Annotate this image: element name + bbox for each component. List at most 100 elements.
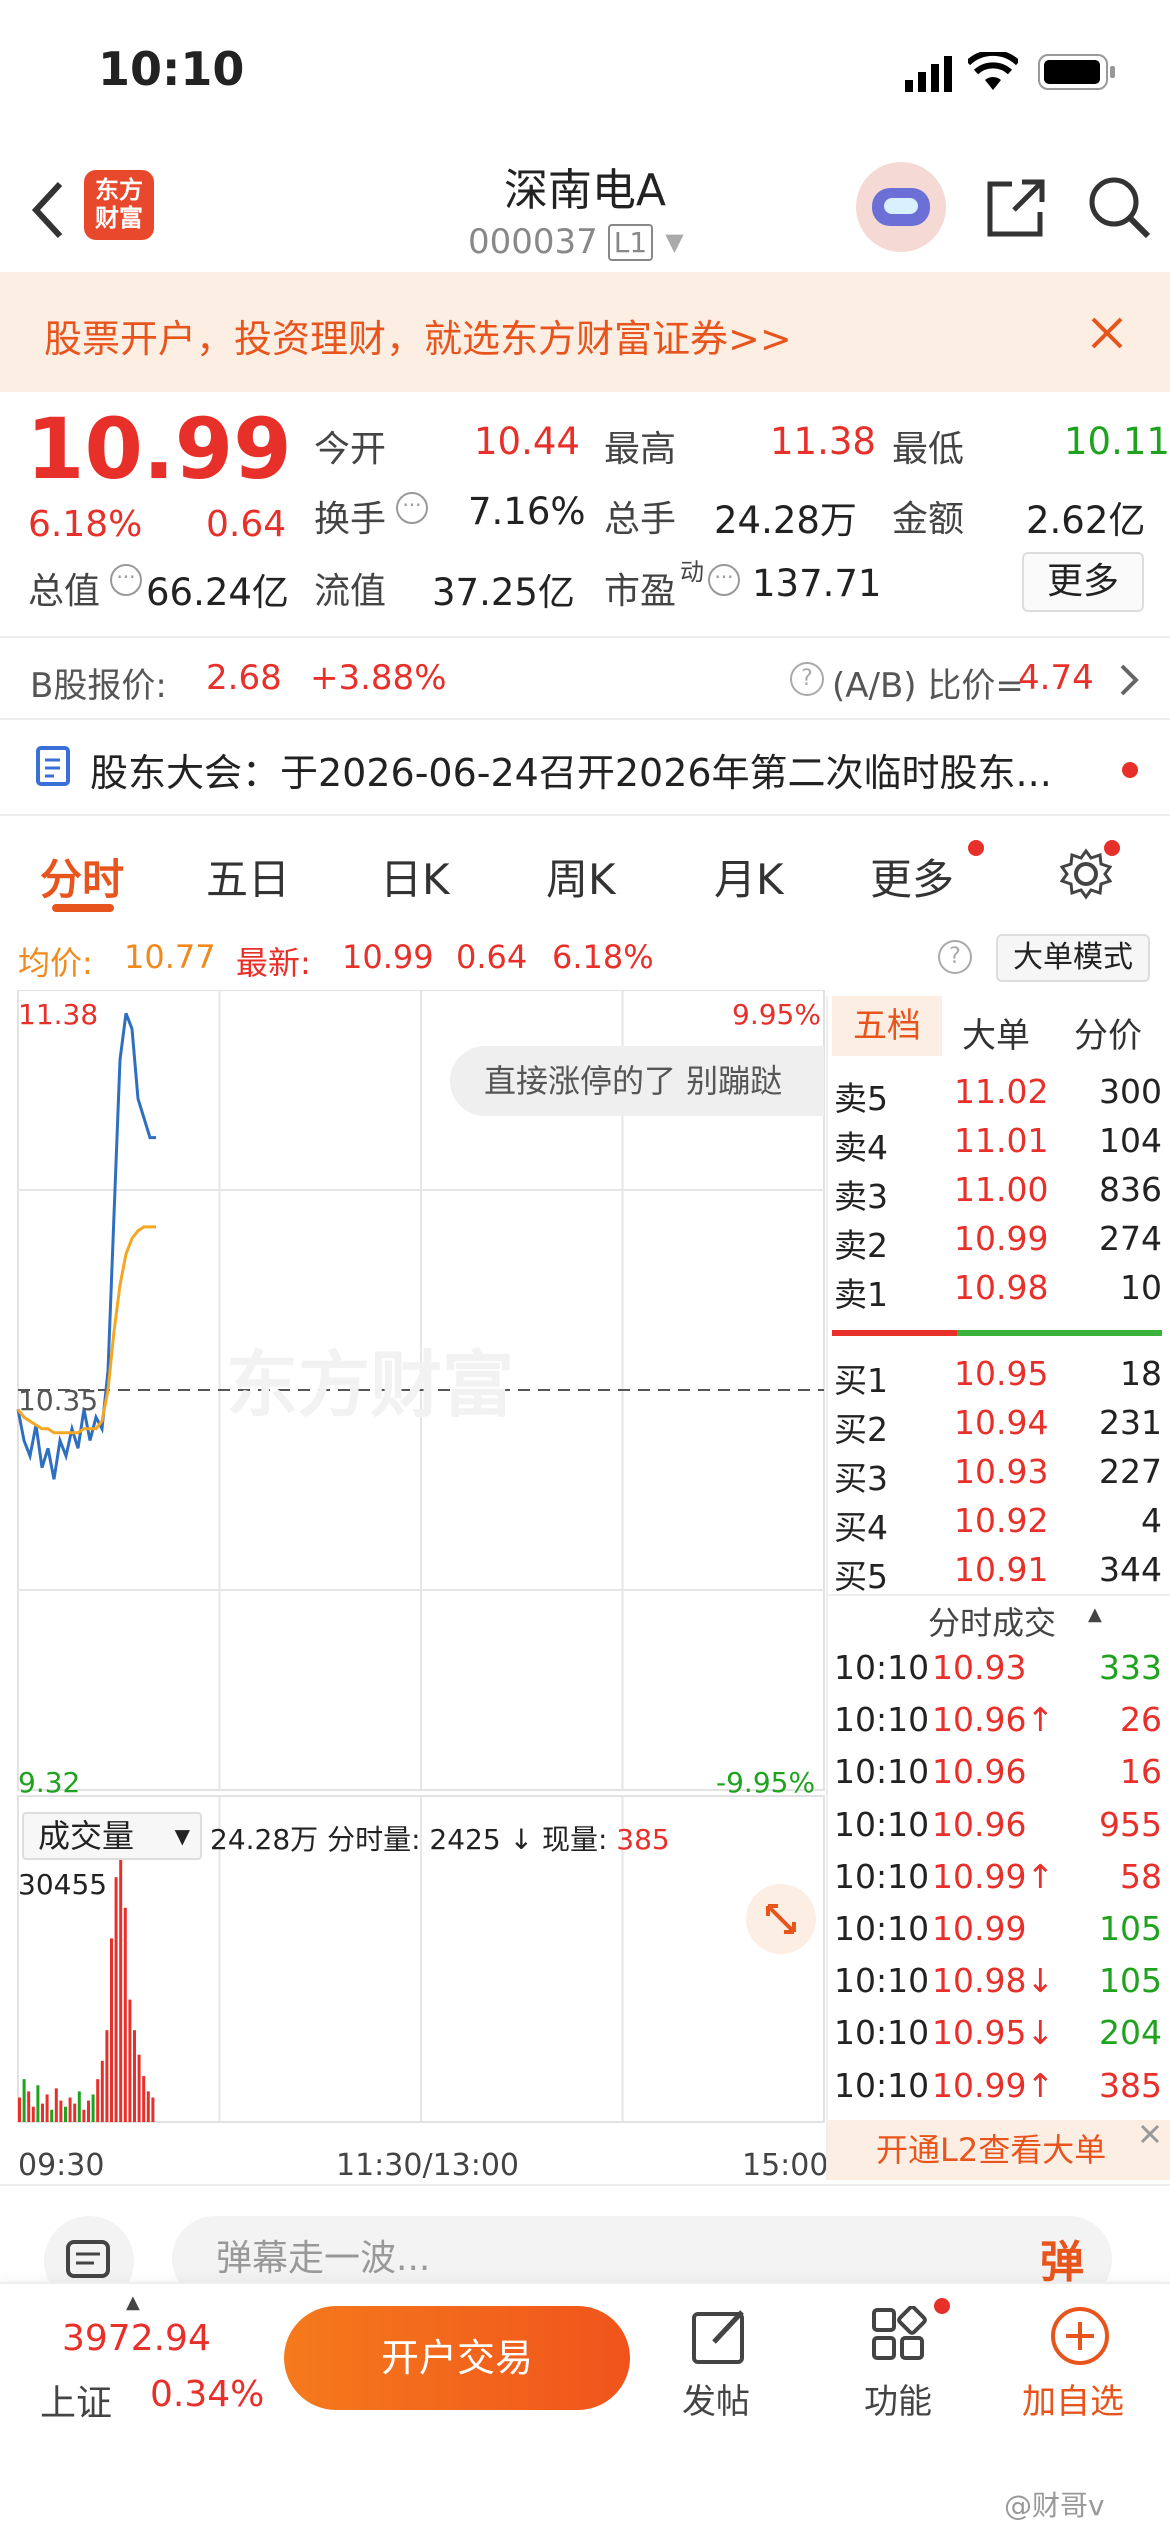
promo-banner[interactable]: 股票开户，投资理财，就选东方财富证券>> xyxy=(0,272,1170,392)
danmaku-bubble: 直接涨停的了 别蹦跶 xyxy=(450,1046,824,1116)
row-volume: 300 xyxy=(1099,1072,1162,1111)
volume-max: 30455 xyxy=(18,1868,108,1901)
chevron-up-icon[interactable]: ▲ xyxy=(1088,1604,1102,1625)
robot-avatar-icon[interactable] xyxy=(856,162,946,252)
volume-bar xyxy=(87,2100,90,2122)
tick-row: 10:10 10.99↑ 385 xyxy=(832,2066,1162,2114)
danmaku-button[interactable]: 弹 xyxy=(1040,2226,1084,2290)
ytick-low-pct: -9.95% xyxy=(716,1766,816,1799)
row-label: 10:10 xyxy=(834,1856,930,1896)
row-label: 10:10 xyxy=(834,2065,930,2105)
pe-sup: 动 xyxy=(680,558,704,586)
battery-icon xyxy=(1038,54,1115,90)
stock-code-row[interactable]: 000037 L1 ▼ xyxy=(468,222,684,262)
unread-dot xyxy=(1122,762,1138,778)
open-account-trade-button[interactable]: 开户交易 xyxy=(284,2306,630,2410)
red-dot xyxy=(968,840,984,856)
tab-five-levels[interactable]: 五档 xyxy=(832,996,942,1056)
xtick-close: 15:00 xyxy=(742,2148,829,2183)
tab-5day[interactable]: 五日 xyxy=(206,846,290,907)
info-icon[interactable]: ··· xyxy=(708,564,740,596)
row-volume: 105 xyxy=(1099,1961,1162,2001)
tick-row: 10:10 10.99↑ 58 xyxy=(832,1857,1162,1905)
tab-more[interactable]: 更多 xyxy=(870,846,954,907)
tab-monthly-k[interactable]: 月K xyxy=(714,846,784,907)
banner-text: 股票开户，投资理财，就选东方财富证券>> xyxy=(44,317,792,361)
ratio-value: 4.74 xyxy=(1018,658,1094,698)
low-value: 10.11 xyxy=(1064,420,1170,463)
ask-row: 卖5 11.02 300 xyxy=(832,1072,1162,1120)
open-label: 今开 xyxy=(314,429,387,470)
volume-bar xyxy=(59,2100,63,2122)
row-volume: 333 xyxy=(1099,1648,1162,1687)
ticks-title: 分时成交 xyxy=(928,1604,1057,1642)
volume-bar xyxy=(133,2030,136,2122)
ask-row: 卖2 10.99 274 xyxy=(832,1219,1162,1267)
row-price: 10.92 xyxy=(954,1501,1049,1540)
func-label[interactable]: 功能 xyxy=(864,2374,932,2423)
settings-gear-icon[interactable] xyxy=(1060,848,1112,900)
info-icon[interactable]: ··· xyxy=(396,492,428,524)
amount-value: 2.62亿 xyxy=(1026,499,1146,542)
tab-daily-k[interactable]: 日K xyxy=(380,846,450,907)
tick-row: 10:10 10.98↓ 105 xyxy=(832,1961,1162,2009)
volume-bar xyxy=(54,2088,58,2122)
expand-icon[interactable] xyxy=(746,1884,816,1954)
tick-row: 10:10 10.96 955 xyxy=(832,1805,1162,1853)
close-icon[interactable] xyxy=(1090,316,1124,350)
avg-value: 10.77 xyxy=(124,938,216,976)
add-watchlist-icon[interactable] xyxy=(1048,2304,1112,2368)
row-volume: 955 xyxy=(1099,1804,1162,1844)
row-label: 10:10 xyxy=(834,1752,930,1792)
info-icon[interactable]: ··· xyxy=(110,564,142,596)
row-label: 10:10 xyxy=(834,1648,930,1687)
help-icon[interactable]: ? xyxy=(790,662,824,696)
edit-post-icon[interactable] xyxy=(690,2306,750,2366)
help-icon[interactable]: ? xyxy=(938,940,972,974)
turnover-value: 7.16% xyxy=(468,490,586,533)
bid-row: 买5 10.91 344 xyxy=(832,1550,1162,1598)
bid-row: 买2 10.94 231 xyxy=(832,1403,1162,1451)
per-label: 分时量: xyxy=(327,1823,421,1856)
share-icon[interactable] xyxy=(984,176,1048,240)
functions-grid-icon[interactable] xyxy=(870,2306,930,2366)
index-name: 上证 xyxy=(40,2383,113,2424)
row-label: 10:10 xyxy=(834,1804,930,1844)
row-volume: 4 xyxy=(1141,1501,1162,1540)
post-label[interactable]: 发帖 xyxy=(682,2374,750,2423)
close-icon[interactable] xyxy=(1138,2122,1162,2146)
big-order-mode-button[interactable]: 大单模式 xyxy=(996,934,1150,982)
volume-info: 24.28万 分时量: 2425 ↓ 现量: 385 xyxy=(210,1823,670,1856)
chart-tabs: 分时 五日 日K 周K 月K 更多 xyxy=(0,818,1170,918)
index-value: 3972.94 xyxy=(62,2318,211,2359)
volume-bar xyxy=(64,2106,67,2122)
tab-intraday[interactable]: 分时 xyxy=(40,846,124,907)
notice-row[interactable]: 股东大会：于2026-06-24召开2026年第二次临时股东... xyxy=(0,722,1170,814)
search-icon[interactable] xyxy=(1086,174,1154,242)
bshare-row[interactable]: B股报价: 2.68 +3.88% ? (A/B) 比价= 4.74 xyxy=(0,640,1170,718)
triangle-up-icon: ▲ xyxy=(126,2292,140,2313)
volume-bar xyxy=(41,2103,44,2122)
tab-price-dist[interactable]: 分价 xyxy=(1074,1008,1142,1057)
add-label[interactable]: 加自选 xyxy=(1022,2374,1124,2423)
mktcap-label: 总值 xyxy=(28,571,101,612)
row-price: 10.93 xyxy=(954,1452,1049,1491)
volume-bar xyxy=(31,2106,35,2122)
volume-bars xyxy=(18,1816,155,2122)
volume-total: 24.28万 xyxy=(210,1823,319,1856)
tab-big-orders[interactable]: 大单 xyxy=(962,1008,1030,1057)
row-label: 买3 xyxy=(834,1459,888,1498)
back-icon[interactable] xyxy=(30,180,66,240)
pe-label: 市盈 xyxy=(604,571,677,612)
row-label: 10:10 xyxy=(834,2013,930,2053)
row-volume: 105 xyxy=(1099,1909,1162,1948)
volume-bar xyxy=(123,1907,127,2122)
indicator-select[interactable]: 成交量 ▼ xyxy=(22,1812,202,1860)
l2-upsell[interactable]: 开通L2查看大单 xyxy=(828,2120,1170,2180)
intraday-chart[interactable]: 东方财富 xyxy=(0,990,826,2180)
more-button[interactable]: 更多 xyxy=(1022,552,1144,612)
volume-bar xyxy=(50,2109,54,2122)
tab-weekly-k[interactable]: 周K xyxy=(546,846,616,907)
volume-bar xyxy=(91,2094,95,2122)
row-volume: 58 xyxy=(1120,1856,1162,1896)
